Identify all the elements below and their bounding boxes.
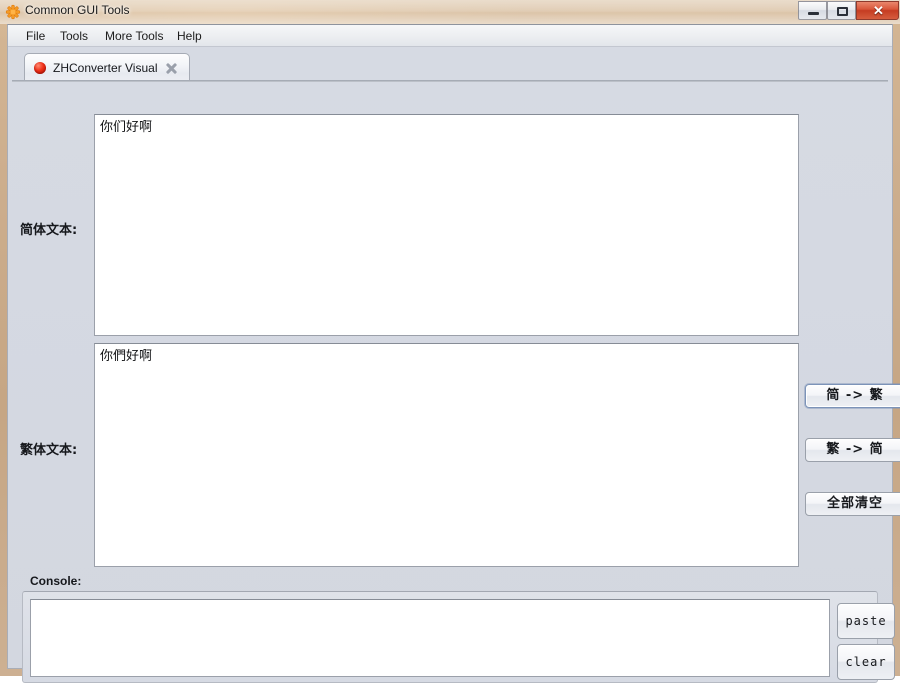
simplified-text-label: 简体文本: [20, 223, 78, 238]
menu-bar: File Tools More Tools Help [8, 25, 892, 47]
tab-strip: ZHConverter Visual [12, 51, 888, 82]
maximize-icon [837, 7, 848, 16]
tab-close-icon[interactable] [164, 61, 179, 76]
menu-item-tools[interactable]: Tools [54, 28, 94, 45]
window-client-area: File Tools More Tools Help ZHConverter V… [7, 24, 900, 683]
console-label: Console: [30, 574, 82, 588]
maximize-button[interactable] [827, 1, 856, 20]
menu-item-file[interactable]: File [20, 28, 51, 45]
tab-label: ZHConverter Visual [53, 61, 158, 75]
client-background: File Tools More Tools Help ZHConverter V… [8, 25, 900, 683]
minimize-button[interactable] [798, 1, 827, 20]
red-sphere-icon [34, 62, 46, 74]
simplified-text-area[interactable]: 你们好啊 [94, 114, 799, 336]
title-bar-glass [0, 0, 900, 24]
converter-panel: 简体文本: 你们好啊 繁体文本: 你們好啊 简 -> 繁 繁 -> 简 全部清空 [12, 82, 900, 666]
minimize-icon [808, 12, 819, 15]
asterisk-icon [5, 4, 21, 20]
console-output-area[interactable] [30, 599, 830, 677]
traditional-text-area[interactable]: 你們好啊 [94, 343, 799, 567]
title-bar[interactable]: Common GUI Tools ✕ [0, 0, 900, 24]
console-panel: paste clear [22, 591, 895, 683]
application-window: Common GUI Tools ✕ File Tools More Tools… [0, 0, 900, 683]
menu-item-help[interactable]: Help [171, 28, 208, 45]
window-title: Common GUI Tools [25, 3, 130, 17]
right-gutter [886, 82, 892, 666]
close-icon: ✕ [873, 3, 884, 18]
close-window-button[interactable]: ✕ [856, 1, 899, 20]
menu-item-more-tools[interactable]: More Tools [99, 28, 169, 45]
traditional-text-label: 繁体文本: [20, 443, 78, 458]
tab-zhconverter-visual[interactable]: ZHConverter Visual [24, 53, 191, 82]
